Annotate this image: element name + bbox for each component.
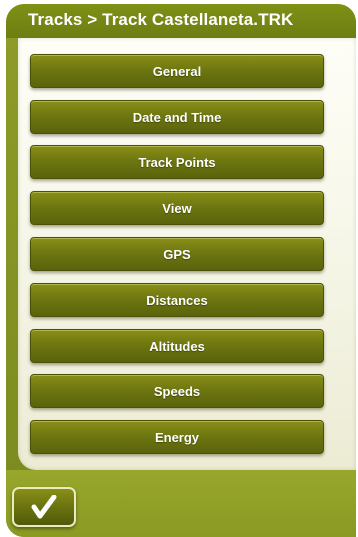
- confirm-button[interactable]: [12, 487, 76, 527]
- general-button-label: General: [152, 63, 202, 79]
- distances-button-label: Distances: [146, 292, 208, 308]
- altitudes-button[interactable]: Altitudes: [30, 329, 324, 363]
- track-points-button[interactable]: Track Points: [30, 145, 324, 179]
- view-button[interactable]: View: [30, 191, 324, 225]
- gps-button[interactable]: GPS: [30, 237, 324, 271]
- track-menu-window: Tracks > Track Castellaneta.TRK General …: [6, 4, 356, 537]
- checkmark-icon: [31, 495, 57, 519]
- altitudes-button-label: Altitudes: [149, 338, 205, 354]
- energy-button-label: Energy: [154, 429, 200, 445]
- energy-button[interactable]: Energy: [30, 420, 324, 454]
- view-button-label: View: [162, 200, 192, 216]
- date-and-time-button-label: Date and Time: [132, 109, 222, 125]
- distances-button[interactable]: Distances: [30, 283, 324, 317]
- page-title: Tracks > Track Castellaneta.TRK: [28, 10, 294, 29]
- general-button[interactable]: General: [30, 54, 324, 88]
- track-points-button-label: Track Points: [138, 154, 216, 170]
- speeds-button[interactable]: Speeds: [30, 374, 324, 408]
- gps-button-label: GPS: [163, 246, 191, 262]
- speeds-button-label: Speeds: [153, 383, 201, 399]
- title-bar: Tracks > Track Castellaneta.TRK: [6, 4, 356, 38]
- date-and-time-button[interactable]: Date and Time: [30, 100, 324, 134]
